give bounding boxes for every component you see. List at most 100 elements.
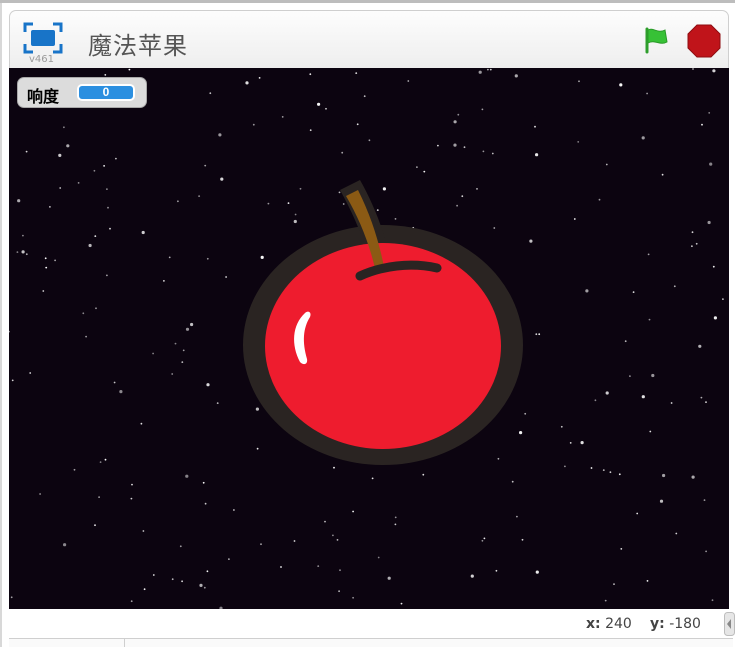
x-label: x: bbox=[586, 616, 601, 632]
star bbox=[258, 77, 261, 79]
star bbox=[163, 280, 165, 282]
star bbox=[705, 401, 707, 403]
star bbox=[712, 69, 716, 73]
star bbox=[152, 574, 155, 576]
star bbox=[103, 165, 105, 167]
star bbox=[141, 230, 145, 235]
star bbox=[394, 523, 397, 526]
star bbox=[377, 556, 380, 559]
star bbox=[355, 72, 358, 74]
star bbox=[317, 565, 320, 567]
star bbox=[206, 570, 209, 573]
star bbox=[98, 496, 100, 498]
star bbox=[620, 548, 623, 550]
star bbox=[692, 68, 694, 70]
star bbox=[535, 333, 538, 336]
version-label: v461 bbox=[29, 54, 55, 65]
collapse-arrow-icon[interactable] bbox=[724, 612, 735, 636]
y-value: -180 bbox=[669, 616, 701, 632]
star bbox=[560, 425, 563, 428]
star bbox=[457, 113, 460, 116]
star bbox=[662, 473, 666, 478]
star bbox=[722, 298, 724, 300]
star bbox=[171, 578, 174, 581]
star bbox=[368, 139, 371, 142]
star bbox=[698, 344, 702, 348]
star bbox=[647, 253, 650, 256]
star bbox=[605, 163, 608, 166]
star bbox=[63, 543, 67, 547]
star bbox=[564, 465, 566, 468]
star bbox=[29, 372, 32, 374]
star bbox=[293, 540, 296, 542]
pane-divider bbox=[124, 638, 125, 647]
star bbox=[22, 234, 24, 237]
star bbox=[77, 182, 80, 184]
star bbox=[394, 516, 397, 519]
star bbox=[317, 102, 321, 106]
presentation-mode-icon[interactable] bbox=[23, 22, 63, 54]
star bbox=[661, 173, 664, 176]
star bbox=[453, 143, 457, 147]
star bbox=[82, 312, 85, 315]
star bbox=[119, 390, 123, 394]
star bbox=[206, 257, 209, 260]
star bbox=[675, 532, 678, 535]
star bbox=[140, 422, 143, 425]
star bbox=[332, 534, 334, 537]
star bbox=[181, 580, 184, 583]
star bbox=[131, 483, 133, 486]
star bbox=[422, 473, 425, 476]
star bbox=[179, 545, 182, 548]
stop-sign-icon[interactable] bbox=[687, 24, 721, 58]
star bbox=[624, 340, 627, 343]
star bbox=[708, 112, 711, 114]
star bbox=[618, 473, 621, 476]
star bbox=[107, 206, 109, 209]
star bbox=[709, 162, 713, 166]
star bbox=[594, 399, 597, 402]
star bbox=[691, 475, 695, 479]
star bbox=[632, 291, 635, 293]
star bbox=[88, 243, 92, 248]
star bbox=[511, 480, 514, 483]
star bbox=[707, 220, 711, 225]
sprite-pane-top-edge bbox=[9, 638, 733, 647]
star bbox=[538, 333, 541, 336]
star bbox=[245, 81, 249, 85]
star bbox=[252, 123, 255, 126]
star bbox=[573, 218, 576, 220]
monitor-value: 0 bbox=[77, 84, 135, 101]
star bbox=[106, 274, 108, 277]
star bbox=[130, 497, 133, 500]
star bbox=[66, 144, 70, 148]
star bbox=[168, 256, 171, 259]
star bbox=[491, 152, 494, 155]
star bbox=[42, 290, 45, 292]
star bbox=[104, 74, 107, 76]
star bbox=[516, 515, 518, 518]
star bbox=[338, 590, 340, 593]
star bbox=[199, 583, 203, 588]
star bbox=[143, 588, 146, 591]
star bbox=[641, 395, 645, 399]
star bbox=[198, 195, 201, 197]
green-flag-icon[interactable] bbox=[641, 25, 671, 55]
star bbox=[130, 600, 133, 603]
star bbox=[481, 539, 484, 542]
star bbox=[463, 146, 466, 149]
star bbox=[629, 375, 631, 377]
loudness-monitor[interactable]: 响度 0 bbox=[17, 77, 147, 108]
star bbox=[106, 188, 108, 190]
star bbox=[352, 596, 354, 599]
star bbox=[534, 125, 536, 128]
star bbox=[352, 510, 354, 513]
star bbox=[641, 136, 645, 140]
star bbox=[225, 276, 228, 278]
star bbox=[58, 153, 62, 157]
star bbox=[185, 474, 189, 478]
apple-sprite[interactable] bbox=[242, 180, 527, 470]
mouse-y-readout: y: -180 bbox=[650, 616, 701, 632]
star bbox=[577, 141, 580, 143]
stage-canvas[interactable]: 响度 0 bbox=[9, 68, 729, 609]
